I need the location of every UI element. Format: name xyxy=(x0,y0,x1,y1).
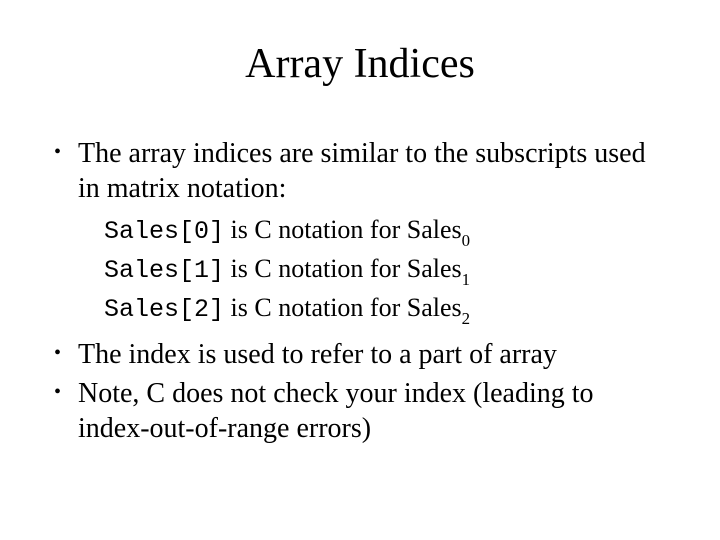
bullet-list: The index is used to refer to a part of … xyxy=(50,337,670,446)
example-text: is C notation for Sales xyxy=(224,293,462,322)
slide-title: Array Indices xyxy=(50,40,670,88)
subscript: 0 xyxy=(462,231,470,250)
example-line: Sales[1] is C notation for Sales1 xyxy=(104,251,670,290)
subscript: 2 xyxy=(462,309,470,328)
code-literal: Sales[0] xyxy=(104,217,224,246)
example-text: is C notation for Sales xyxy=(224,254,462,283)
example-line: Sales[0] is C notation for Sales0 xyxy=(104,212,670,251)
subscript: 1 xyxy=(462,270,470,289)
code-literal: Sales[2] xyxy=(104,295,224,324)
bullet-list: The array indices are similar to the sub… xyxy=(50,136,670,206)
bullet-item: The index is used to refer to a part of … xyxy=(50,337,670,372)
example-line: Sales[2] is C notation for Sales2 xyxy=(104,290,670,329)
example-block: Sales[0] is C notation for Sales0 Sales[… xyxy=(104,212,670,329)
example-text: is C notation for Sales xyxy=(224,215,462,244)
bullet-item: The array indices are similar to the sub… xyxy=(50,136,670,206)
bullet-item: Note, C does not check your index (leadi… xyxy=(50,376,670,446)
code-literal: Sales[1] xyxy=(104,256,224,285)
